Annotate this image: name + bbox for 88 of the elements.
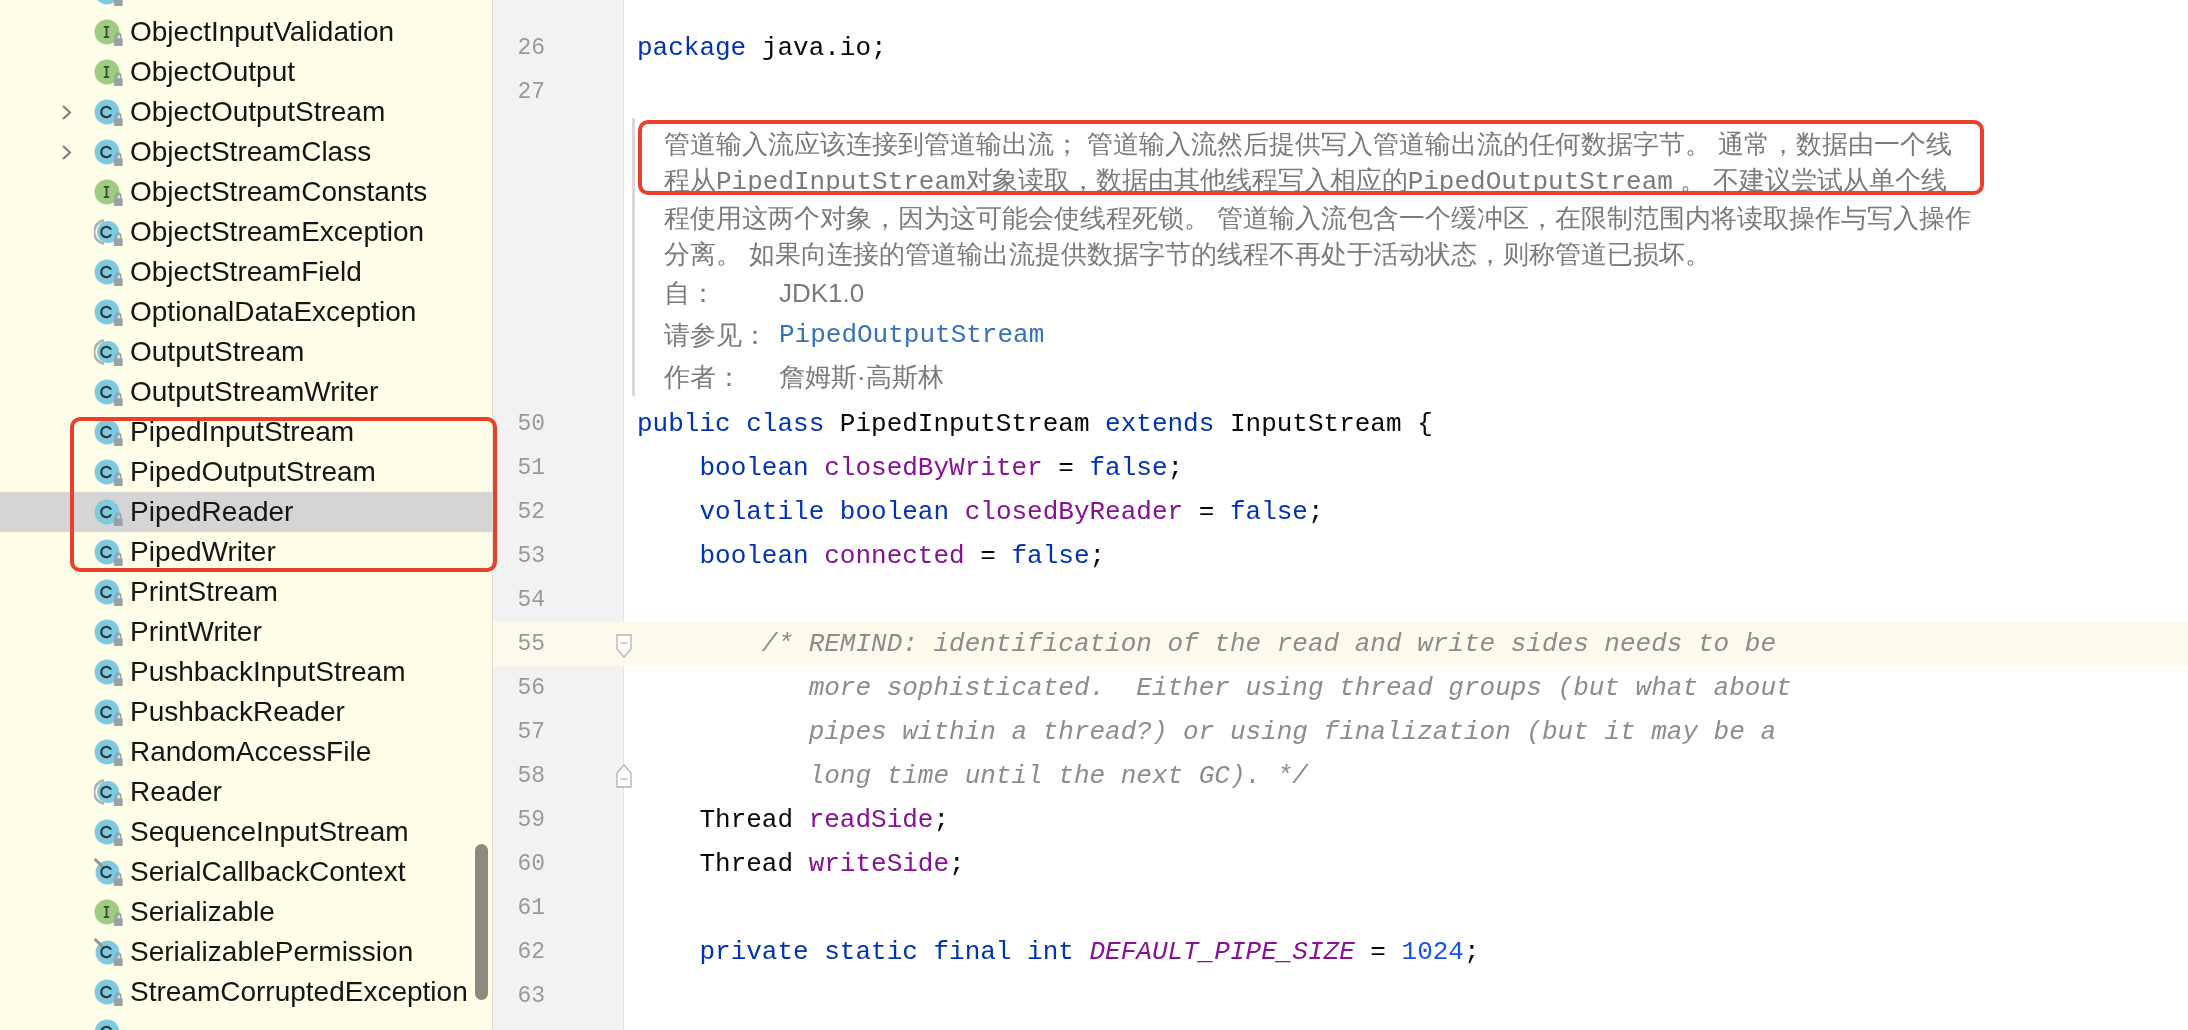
tree-item[interactable]: RandomAccessFile [0,732,492,772]
pinned-class-icon [94,858,124,886]
class-icon [94,418,124,446]
code-line: more sophisticated. Either using thread groups (but what about [808,671,1792,705]
class-icon [94,538,124,566]
line-number: 56 [517,673,545,703]
class-icon [94,458,124,486]
tree-item[interactable]: ObjectStreamField [0,252,492,292]
code-line: long time until the next GC). */ [808,759,1308,793]
tree-item[interactable]: PipedInputStream [0,412,492,452]
tree-item[interactable]: ObjectOutput [0,52,492,92]
tree-item[interactable]: OutputStream [0,332,492,372]
line-number: 51 [517,453,545,483]
tree-item[interactable]: PrintStream [0,572,492,612]
class-icon [94,98,124,126]
doc-tag-label: 作者： [664,360,742,394]
class-icon [94,978,124,1006]
line-number: 55 [517,629,545,659]
tree-item[interactable]: ObjectStreamException [0,212,492,252]
abstract-class-icon [94,218,124,246]
chevron-icon[interactable] [61,103,72,121]
tree-item[interactable]: SerializablePermission [0,932,492,972]
line-number: 53 [517,541,545,571]
abstract-class-icon [94,778,124,806]
line-number: 52 [517,497,545,527]
line-number: 59 [517,805,545,835]
interface-icon [94,178,124,206]
class-icon [94,258,124,286]
line-number: 26 [517,33,545,63]
tree-item[interactable]: OutputStreamWriter [0,372,492,412]
doc-tag-value: JDK1.0 [779,276,865,310]
class-icon [94,738,124,766]
tree-item[interactable]: OptionalDataException [0,292,492,332]
tree-item[interactable]: SerialCallbackContext [0,852,492,892]
line-number: 62 [517,937,545,967]
tree-item[interactable]: StreamCorruptedException [0,972,492,1012]
code-line: Thread readSide; [699,803,950,837]
line-number: 61 [517,893,545,923]
tree-item[interactable]: PushbackReader [0,692,492,732]
doc-link[interactable]: PipedOutputStream [779,315,1045,355]
doc-tag-label: 自： [664,276,716,310]
scrollbar[interactable] [475,844,488,1000]
interface-icon [94,58,124,86]
class-icon [94,298,124,326]
class-icon [94,378,124,406]
fold-marker-icon[interactable] [616,764,632,788]
class-icon [94,618,124,646]
tree-item[interactable]: PrintWriter [0,612,492,652]
line-number: 57 [517,717,545,747]
line-number: 54 [517,585,545,615]
class-icon [94,818,124,846]
doc-tag-label: 请参见： [664,318,768,352]
code-line: package java.io; [637,31,887,65]
pinned-class-icon [94,938,124,966]
interface-icon [94,18,124,46]
code-line: Thread writeSide; [699,847,965,881]
code-line: boolean connected = false; [699,539,1106,573]
class-icon [94,698,124,726]
class-icon [94,658,124,686]
tree-item[interactable]: ObjectOutputStream [0,92,492,132]
tree-item[interactable]: PipedOutputStream [0,452,492,492]
class-icon [94,498,124,526]
interface-icon [94,898,124,926]
class-icon [94,578,124,606]
tree-item[interactable]: SequenceInputStream [0,812,492,852]
tree-item[interactable]: Serializable [0,892,492,932]
class-icon [94,138,124,166]
line-number: 63 [517,981,545,1011]
tree-item[interactable]: ObjectInputValidation [0,12,492,52]
code-line: pipes within a thread?) or using finalization (but it may be a [808,715,1776,749]
tree-item[interactable]: PipedWriter [0,532,492,572]
line-number: 58 [517,761,545,791]
tree-item[interactable]: PushbackInputStream [0,652,492,692]
tree-item[interactable]: ObjectStreamClass [0,132,492,172]
tree-item[interactable]: ObjectStreamConstants [0,172,492,212]
code-line: boolean closedByWriter = false; [699,451,1184,485]
tree-item[interactable]: Reader [0,772,492,812]
code-line: volatile boolean closedByReader = false; [699,495,1324,529]
line-number: 60 [517,849,545,879]
chevron-icon[interactable] [61,143,72,161]
code-line: /* REMIND: identification of the read and write sides needs to be [761,627,1776,661]
tree-item[interactable]: PipedReader [0,492,492,532]
line-number: 27 [517,77,545,107]
line-number: 50 [517,409,545,439]
code-line: private static final int DEFAULT_PIPE_SIZE = 1024; [699,935,1480,969]
code-line: public class PipedInputStream extends InputStream { [637,407,1433,441]
abstract-class-icon [94,338,124,366]
doc-tag-value: 詹姆斯·高斯林 [779,360,944,394]
